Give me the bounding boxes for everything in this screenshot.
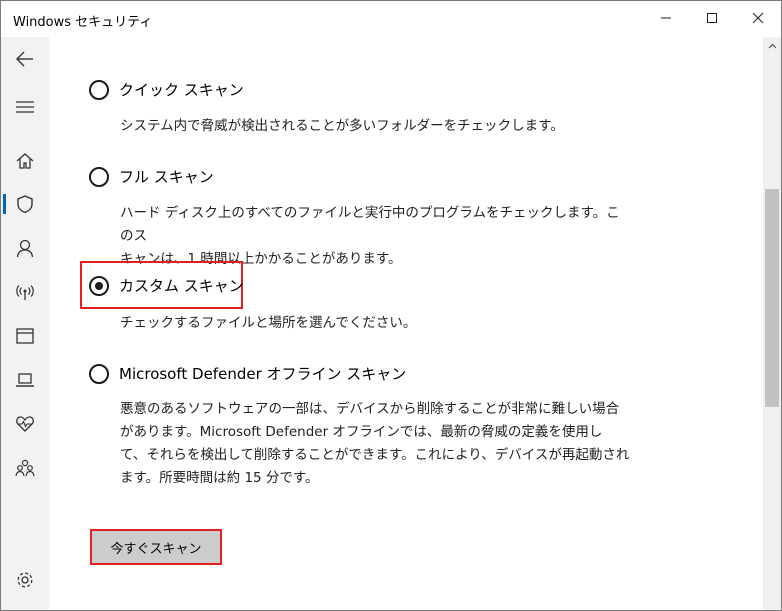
custom-scan-option[interactable]: カスタム スキャン — [89, 275, 244, 296]
sidebar-item-device-security[interactable] — [1, 362, 49, 398]
maximize-button[interactable] — [689, 1, 735, 35]
sidebar-item-firewall[interactable] — [1, 274, 49, 310]
title-bar: Windows セキュリティ — [1, 1, 781, 37]
family-icon — [15, 459, 35, 477]
sidebar — [1, 37, 49, 610]
offline-scan-radio[interactable] — [89, 363, 109, 384]
person-icon — [16, 239, 34, 258]
window-title: Windows セキュリティ — [13, 15, 153, 30]
offline-scan-description: 悪意のあるソフトウェアの一部は、デバイスから削除することが非常に難しい場合 があ… — [120, 401, 630, 486]
heart-health-icon — [16, 416, 34, 432]
quick-scan-option[interactable]: クイック スキャン — [89, 79, 244, 100]
app-window: Windows セキュリティ クイック スキャン システム内で脅威が検出されるこ… — [0, 0, 782, 611]
custom-scan-label: カスタム スキャン — [119, 277, 244, 295]
sidebar-item-account[interactable] — [1, 230, 49, 266]
close-icon — [752, 12, 764, 24]
chevron-up-icon — [768, 43, 776, 49]
back-arrow-icon — [16, 51, 33, 67]
maximize-icon — [707, 13, 717, 23]
scroll-up-button[interactable] — [763, 37, 781, 55]
full-scan-option[interactable]: フル スキャン — [89, 166, 214, 187]
minimize-button[interactable] — [643, 1, 689, 35]
scan-options-panel: クイック スキャン システム内で脅威が検出されることが多いフォルダーをチェックし… — [49, 37, 763, 610]
full-scan-label: フル スキャン — [119, 168, 214, 186]
gear-icon — [17, 572, 33, 588]
app-browser-icon — [16, 328, 34, 344]
menu-button[interactable] — [1, 89, 49, 125]
home-icon — [16, 153, 34, 169]
sidebar-item-virus-protection[interactable] — [1, 186, 49, 222]
custom-scan-description: チェックするファイルと場所を選んでください。 — [120, 315, 417, 331]
minimize-icon — [661, 17, 671, 19]
sidebar-item-device-health[interactable] — [1, 406, 49, 442]
quick-scan-label: クイック スキャン — [119, 81, 244, 99]
hamburger-menu-icon — [16, 101, 34, 113]
wireless-icon — [16, 285, 34, 300]
back-button[interactable] — [1, 41, 49, 77]
shield-icon — [17, 195, 33, 214]
offline-scan-label: Microsoft Defender オフライン スキャン — [119, 365, 407, 383]
scroll-thumb[interactable] — [765, 189, 779, 407]
quick-scan-description: システム内で脅威が検出されることが多いフォルダーをチェックします。 — [120, 118, 564, 134]
vertical-scrollbar[interactable] — [763, 37, 781, 610]
custom-scan-radio[interactable] — [89, 275, 109, 296]
laptop-icon — [16, 373, 34, 387]
settings-button[interactable] — [1, 562, 49, 598]
quick-scan-radio[interactable] — [89, 79, 109, 100]
sidebar-item-app-browser[interactable] — [1, 318, 49, 354]
scan-now-button[interactable]: 今すぐスキャン — [90, 529, 222, 565]
sidebar-item-family[interactable] — [1, 450, 49, 486]
close-button[interactable] — [735, 1, 781, 35]
full-scan-radio[interactable] — [89, 166, 109, 187]
offline-scan-option[interactable]: Microsoft Defender オフライン スキャン — [89, 363, 406, 384]
sidebar-item-home[interactable] — [1, 143, 49, 179]
